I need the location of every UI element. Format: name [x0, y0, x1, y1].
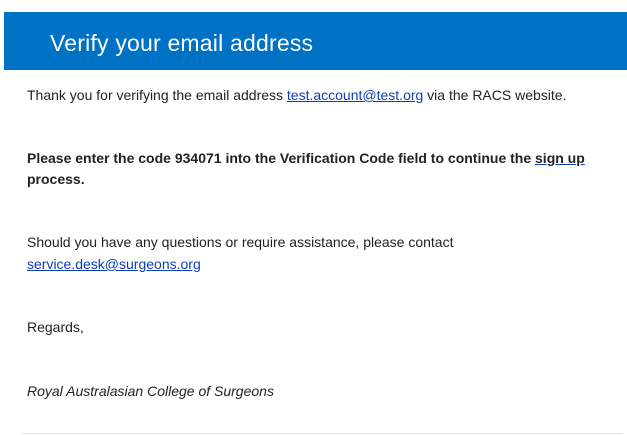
intro-text-before: Thank you for verifying the email addres… [27, 87, 287, 103]
footer-divider [22, 433, 622, 434]
email-title: Verify your email address [50, 30, 314, 56]
email-view: Verify your email address Thank you for … [0, 0, 627, 435]
email-body: Thank you for verifying the email addres… [27, 84, 619, 402]
intro-text-after: via the RACS website. [423, 87, 567, 103]
verification-code-text: Please enter the code 934071 into the Ve… [27, 150, 536, 166]
service-desk-email-link[interactable]: service.desk@surgeons.org [27, 256, 201, 272]
intro-paragraph: Thank you for verifying the email addres… [27, 84, 619, 106]
regards-line: Regards, [27, 319, 84, 335]
verification-code-text-end: process. [27, 171, 85, 187]
contact-text: Should you have any questions or require… [27, 234, 454, 250]
contact-paragraph: Should you have any questions or require… [27, 231, 619, 275]
sign-up-link[interactable]: sign up [535, 150, 585, 166]
email-header-banner: Verify your email address [4, 12, 627, 70]
verified-email-link[interactable]: test.account@test.org [287, 87, 423, 103]
verification-code-paragraph: Please enter the code 934071 into the Ve… [27, 148, 619, 190]
signature: Royal Australasian College of Surgeons [27, 383, 274, 399]
